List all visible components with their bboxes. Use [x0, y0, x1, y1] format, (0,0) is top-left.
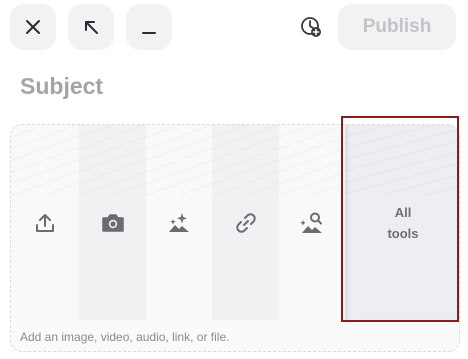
arrow-up-left-icon: [85, 21, 98, 34]
all-tools-button[interactable]: All tools: [345, 125, 459, 320]
media-hint-text: Add an image, video, audio, link, or fil…: [20, 330, 230, 344]
media-tools-tray: All tools: [10, 124, 460, 352]
close-icon: [26, 20, 40, 34]
minimize-button[interactable]: [126, 4, 172, 50]
schedule-button[interactable]: [300, 16, 322, 38]
clock-plus-icon: [301, 17, 321, 37]
camera-icon: [101, 213, 124, 232]
all-tools-label-line1: All: [394, 204, 412, 220]
all-tools-label-line2: tools: [387, 225, 419, 241]
upload-icon: [36, 213, 54, 232]
upload-tool[interactable]: [11, 125, 79, 320]
image-search-tool[interactable]: [279, 125, 345, 320]
publish-button[interactable]: Publish: [338, 4, 456, 50]
camera-tool[interactable]: [79, 125, 146, 320]
sparkle-image-icon: [169, 212, 189, 232]
close-button[interactable]: [10, 4, 56, 50]
link-tool[interactable]: [212, 125, 279, 320]
image-search-icon: [300, 212, 322, 233]
collapse-button[interactable]: [68, 4, 114, 50]
link-icon: [235, 212, 256, 233]
compose-post-panel: Publish Subject All tools Add an image, …: [0, 0, 468, 359]
subject-input[interactable]: Subject: [20, 73, 103, 100]
ai-image-tool[interactable]: [146, 125, 212, 320]
minimize-icon: [142, 32, 156, 34]
